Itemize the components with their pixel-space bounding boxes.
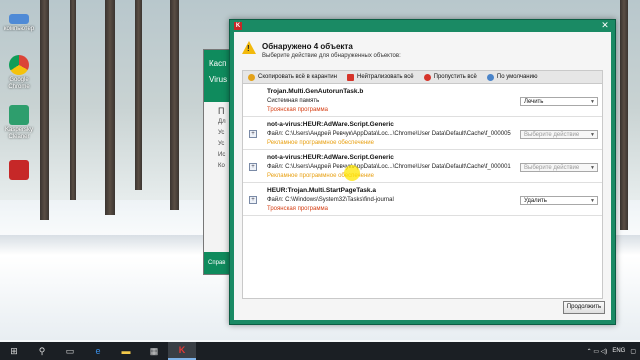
kaspersky-cleaner-icon [9, 105, 29, 125]
dialog-title: Обнаружено 4 объекта [262, 42, 353, 51]
kaspersky-taskbar-button[interactable]: K [168, 342, 196, 360]
explorer-button[interactable]: ▬ [112, 342, 140, 360]
action-select-value: Удалить [524, 198, 547, 204]
desktop-icon-label: Kaspersky Cleaner [4, 127, 33, 140]
task-view-icon: ▭ [65, 345, 75, 356]
store-button[interactable]: ▦ [140, 342, 168, 360]
threat-row: HEUR:Trojan.Multi.StartPageTask.a + Файл… [243, 183, 602, 216]
close-button[interactable]: ✕ [599, 20, 611, 30]
kaspersky-logo-icon: K [234, 22, 242, 30]
neutralize-all-label: Нейтрализовать всё [356, 74, 414, 80]
threat-category: Троянская программа [267, 107, 328, 113]
no-entry-icon [423, 73, 431, 81]
threat-location: Файл: C:\Users\Андрей Ревчук\AppData\Loc… [267, 164, 511, 170]
desktop-icon-label: Google Chrome [8, 77, 30, 90]
desktop-icon-kaspersky-cleaner[interactable]: Kaspersky Cleaner [2, 105, 36, 141]
chevron-down-icon: ▼ [590, 165, 595, 171]
chevron-down-icon: ▼ [590, 99, 595, 105]
default-button[interactable]: По умолчанию [482, 71, 543, 83]
search-button[interactable]: ⚲ [28, 342, 56, 360]
cursor-highlight [344, 165, 360, 181]
tree-trunk [620, 0, 628, 230]
chevron-down-icon: ▼ [590, 198, 595, 204]
warning-icon: ! [242, 41, 256, 54]
tree-trunk [70, 0, 76, 200]
quarantine-all-label: Скопировать всё в карантин [258, 74, 337, 80]
threat-location: Файл: C:\Users\Андрей Ревчук\AppData\Loc… [267, 131, 511, 137]
store-icon: ▦ [149, 345, 159, 356]
tree-trunk [170, 0, 179, 210]
kaspersky-icon [9, 160, 29, 180]
neutralize-all-button[interactable]: Нейтрализовать всё [342, 71, 419, 83]
chrome-icon [9, 55, 29, 75]
taskbar: ⊞ ⚲ ▭ e ▬ ▦ K ⌃ ▭ ◁) ENG ▢ [0, 342, 640, 360]
biohazard-icon [248, 73, 255, 81]
threat-list: Trojan.Multi.GenAutorunTask.b Системная … [242, 83, 603, 299]
tree-trunk [105, 0, 115, 215]
dialog-titlebar[interactable]: K ✕ [230, 20, 615, 31]
action-select[interactable]: Выберите действие ▼ [520, 130, 598, 139]
tree-trunk [40, 0, 49, 220]
refresh-icon [486, 73, 494, 81]
windows-icon: ⊞ [10, 345, 18, 356]
action-select-value: Выберите действие [524, 165, 580, 171]
desktop-icon-kaspersky[interactable] [2, 160, 36, 182]
skip-all-label: Пропустить всё [433, 74, 477, 80]
folder-icon: ▬ [121, 346, 131, 356]
expand-toggle[interactable]: + [249, 163, 257, 171]
quarantine-all-button[interactable]: Скопировать всё в карантин [243, 71, 342, 83]
action-select[interactable]: Выберите действие ▼ [520, 163, 598, 172]
expand-toggle[interactable]: + [249, 130, 257, 138]
threat-name: HEUR:Trojan.Multi.StartPageTask.a [267, 187, 376, 194]
language-indicator[interactable]: ENG [612, 348, 625, 354]
action-select-value: Лечить [524, 99, 544, 105]
default-label: По умолчанию [496, 74, 538, 80]
chevron-down-icon: ▼ [590, 132, 595, 138]
action-toolbar: Скопировать всё в карантин Нейтрализоват… [242, 70, 603, 84]
action-select[interactable]: Лечить ▼ [520, 97, 598, 106]
tray-icons[interactable]: ⌃ ▭ ◁) [587, 348, 608, 355]
threat-name: not-a-virus:HEUR:AdWare.Script.Generic [267, 121, 394, 128]
help-link[interactable]: Справ [208, 260, 225, 266]
tree-trunk [135, 0, 142, 190]
expand-toggle[interactable]: + [249, 196, 257, 204]
search-icon: ⚲ [38, 345, 46, 356]
desktop-icon-chrome[interactable]: Google Chrome [2, 55, 36, 91]
threat-row: not-a-virus:HEUR:AdWare.Script.Generic +… [243, 117, 602, 150]
close-icon: ✕ [601, 20, 609, 30]
threat-category: Рекламное программное обеспечение [267, 140, 374, 146]
threat-category: Троянская программа [267, 206, 328, 212]
kaspersky-icon: K [178, 345, 186, 355]
continue-button[interactable]: Продолжить [563, 301, 605, 314]
skip-all-button[interactable]: Пропустить всё [419, 71, 482, 83]
action-select[interactable]: Удалить ▼ [520, 196, 598, 205]
notifications-icon[interactable]: ▢ [630, 348, 636, 355]
plus-cross-icon [346, 73, 354, 81]
edge-button[interactable]: e [84, 342, 112, 360]
dialog-subtitle: Выберите действие для обнаруженных объек… [262, 53, 401, 59]
edge-icon: e [95, 346, 101, 356]
computer-icon [9, 14, 29, 24]
threat-row: Trojan.Multi.GenAutorunTask.b Системная … [243, 84, 602, 117]
threats-detected-dialog: K ✕ ! Обнаружено 4 объекта Выберите дейс… [229, 19, 616, 325]
start-button[interactable]: ⊞ [0, 342, 28, 360]
threat-name: Trojan.Multi.GenAutorunTask.b [267, 88, 364, 95]
threat-location: Системная память [267, 98, 320, 104]
dialog-header: ! Обнаружено 4 объекта Выберите действие… [234, 32, 611, 70]
threat-name: not-a-virus:HEUR:AdWare.Script.Generic [267, 154, 394, 161]
task-view-button[interactable]: ▭ [56, 342, 84, 360]
threat-row: not-a-virus:HEUR:AdWare.Script.Generic +… [243, 150, 602, 183]
desktop-icon-computer[interactable]: компьютер [2, 14, 36, 33]
action-select-value: Выберите действие [524, 132, 580, 138]
threat-location: Файл: C:\Windows\System32\Tasks\find-jou… [267, 197, 394, 203]
desktop-icon-label: компьютер [3, 26, 35, 32]
system-tray: ⌃ ▭ ◁) ENG ▢ [587, 342, 636, 360]
dialog-body: ! Обнаружено 4 объекта Выберите действие… [234, 32, 611, 320]
